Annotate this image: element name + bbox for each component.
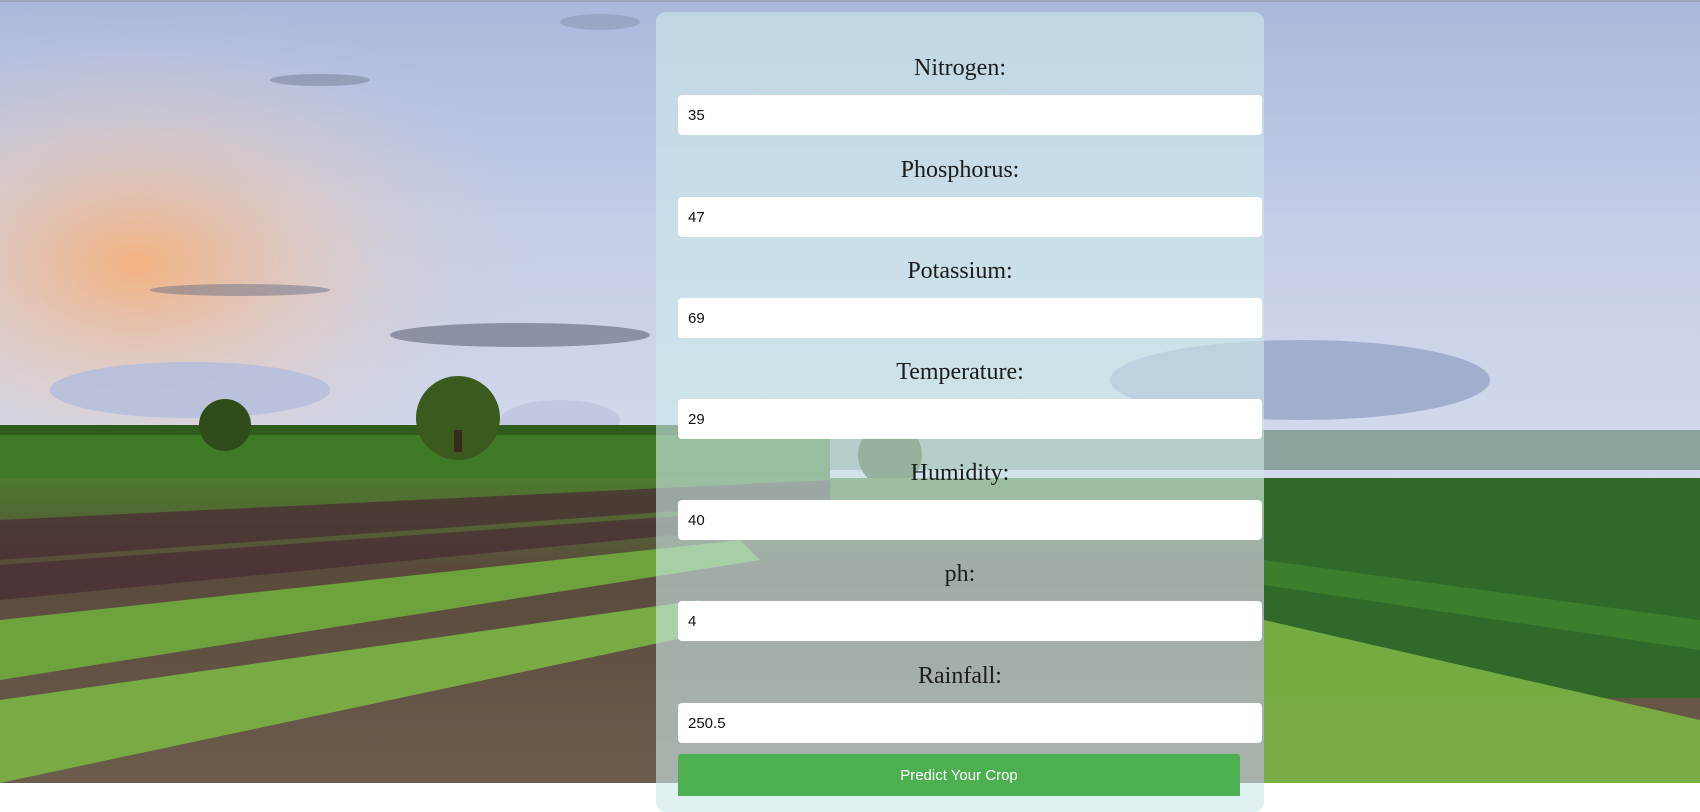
crop-prediction-form: Nitrogen: Phosphorus: Potassium: Tempera… [656,12,1264,812]
potassium-label: Potassium: [907,258,1013,284]
temperature-label: Temperature: [896,359,1024,385]
ph-input[interactable] [678,601,1262,641]
predict-crop-button[interactable]: Predict Your Crop [678,754,1240,796]
humidity-label: Humidity: [910,460,1010,486]
browser-top-border [0,0,1700,2]
ph-label: ph: [944,561,976,587]
potassium-input[interactable] [678,298,1262,338]
nitrogen-label: Nitrogen: [914,55,1006,81]
phosphorus-label: Phosphorus: [900,157,1020,183]
phosphorus-input[interactable] [678,197,1262,237]
nitrogen-input[interactable] [678,95,1262,135]
rainfall-input[interactable] [678,703,1262,743]
humidity-input[interactable] [678,500,1262,540]
rainfall-label: Rainfall: [918,663,1002,689]
temperature-input[interactable] [678,399,1262,439]
